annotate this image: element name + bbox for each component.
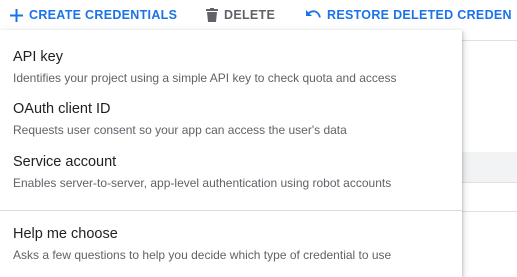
menu-item-description: Requests user consent so your app can ac…	[13, 123, 347, 137]
credentials-page: CREATE CREDENTIALS DELETE RESTORE DELETE…	[0, 0, 517, 277]
background-divider	[462, 182, 517, 183]
menu-item-title: API key	[13, 49, 63, 65]
background-divider	[462, 211, 517, 212]
create-credentials-label: CREATE CREDENTIALS	[29, 8, 178, 22]
trash-icon	[206, 8, 218, 22]
restore-deleted-credentials-button[interactable]: RESTORE DELETED CREDEN	[305, 0, 512, 30]
menu-item-title: Service account	[13, 154, 117, 170]
delete-label: DELETE	[224, 8, 276, 22]
menu-item-title: Help me choose	[13, 226, 118, 242]
background-divider	[462, 40, 517, 41]
create-credentials-button[interactable]: CREATE CREDENTIALS	[10, 0, 177, 30]
menu-item-title: OAuth client ID	[13, 101, 111, 117]
menu-item-help-me-choose[interactable]: Help me choose Asks a few questions to h…	[0, 217, 462, 267]
action-toolbar: CREATE CREDENTIALS DELETE RESTORE DELETE…	[0, 0, 517, 30]
menu-divider	[0, 210, 462, 211]
menu-item-api-key[interactable]: API key Identifies your project using a …	[0, 40, 462, 90]
menu-item-oauth-client-id[interactable]: OAuth client ID Requests user consent so…	[0, 92, 462, 142]
background-table-row	[462, 152, 517, 182]
menu-item-service-account[interactable]: Service account Enables server-to-server…	[0, 145, 462, 195]
menu-item-description: Enables server-to-server, app-level auth…	[13, 176, 392, 190]
delete-button[interactable]: DELETE	[206, 0, 275, 30]
menu-item-description: Asks a few questions to help you decide …	[13, 248, 392, 262]
plus-icon	[10, 8, 23, 22]
menu-item-description: Identifies your project using a simple A…	[13, 71, 397, 85]
restore-deleted-credentials-label: RESTORE DELETED CREDEN	[327, 8, 512, 22]
create-credentials-menu: API key Identifies your project using a …	[0, 30, 462, 277]
undo-icon	[306, 10, 321, 18]
